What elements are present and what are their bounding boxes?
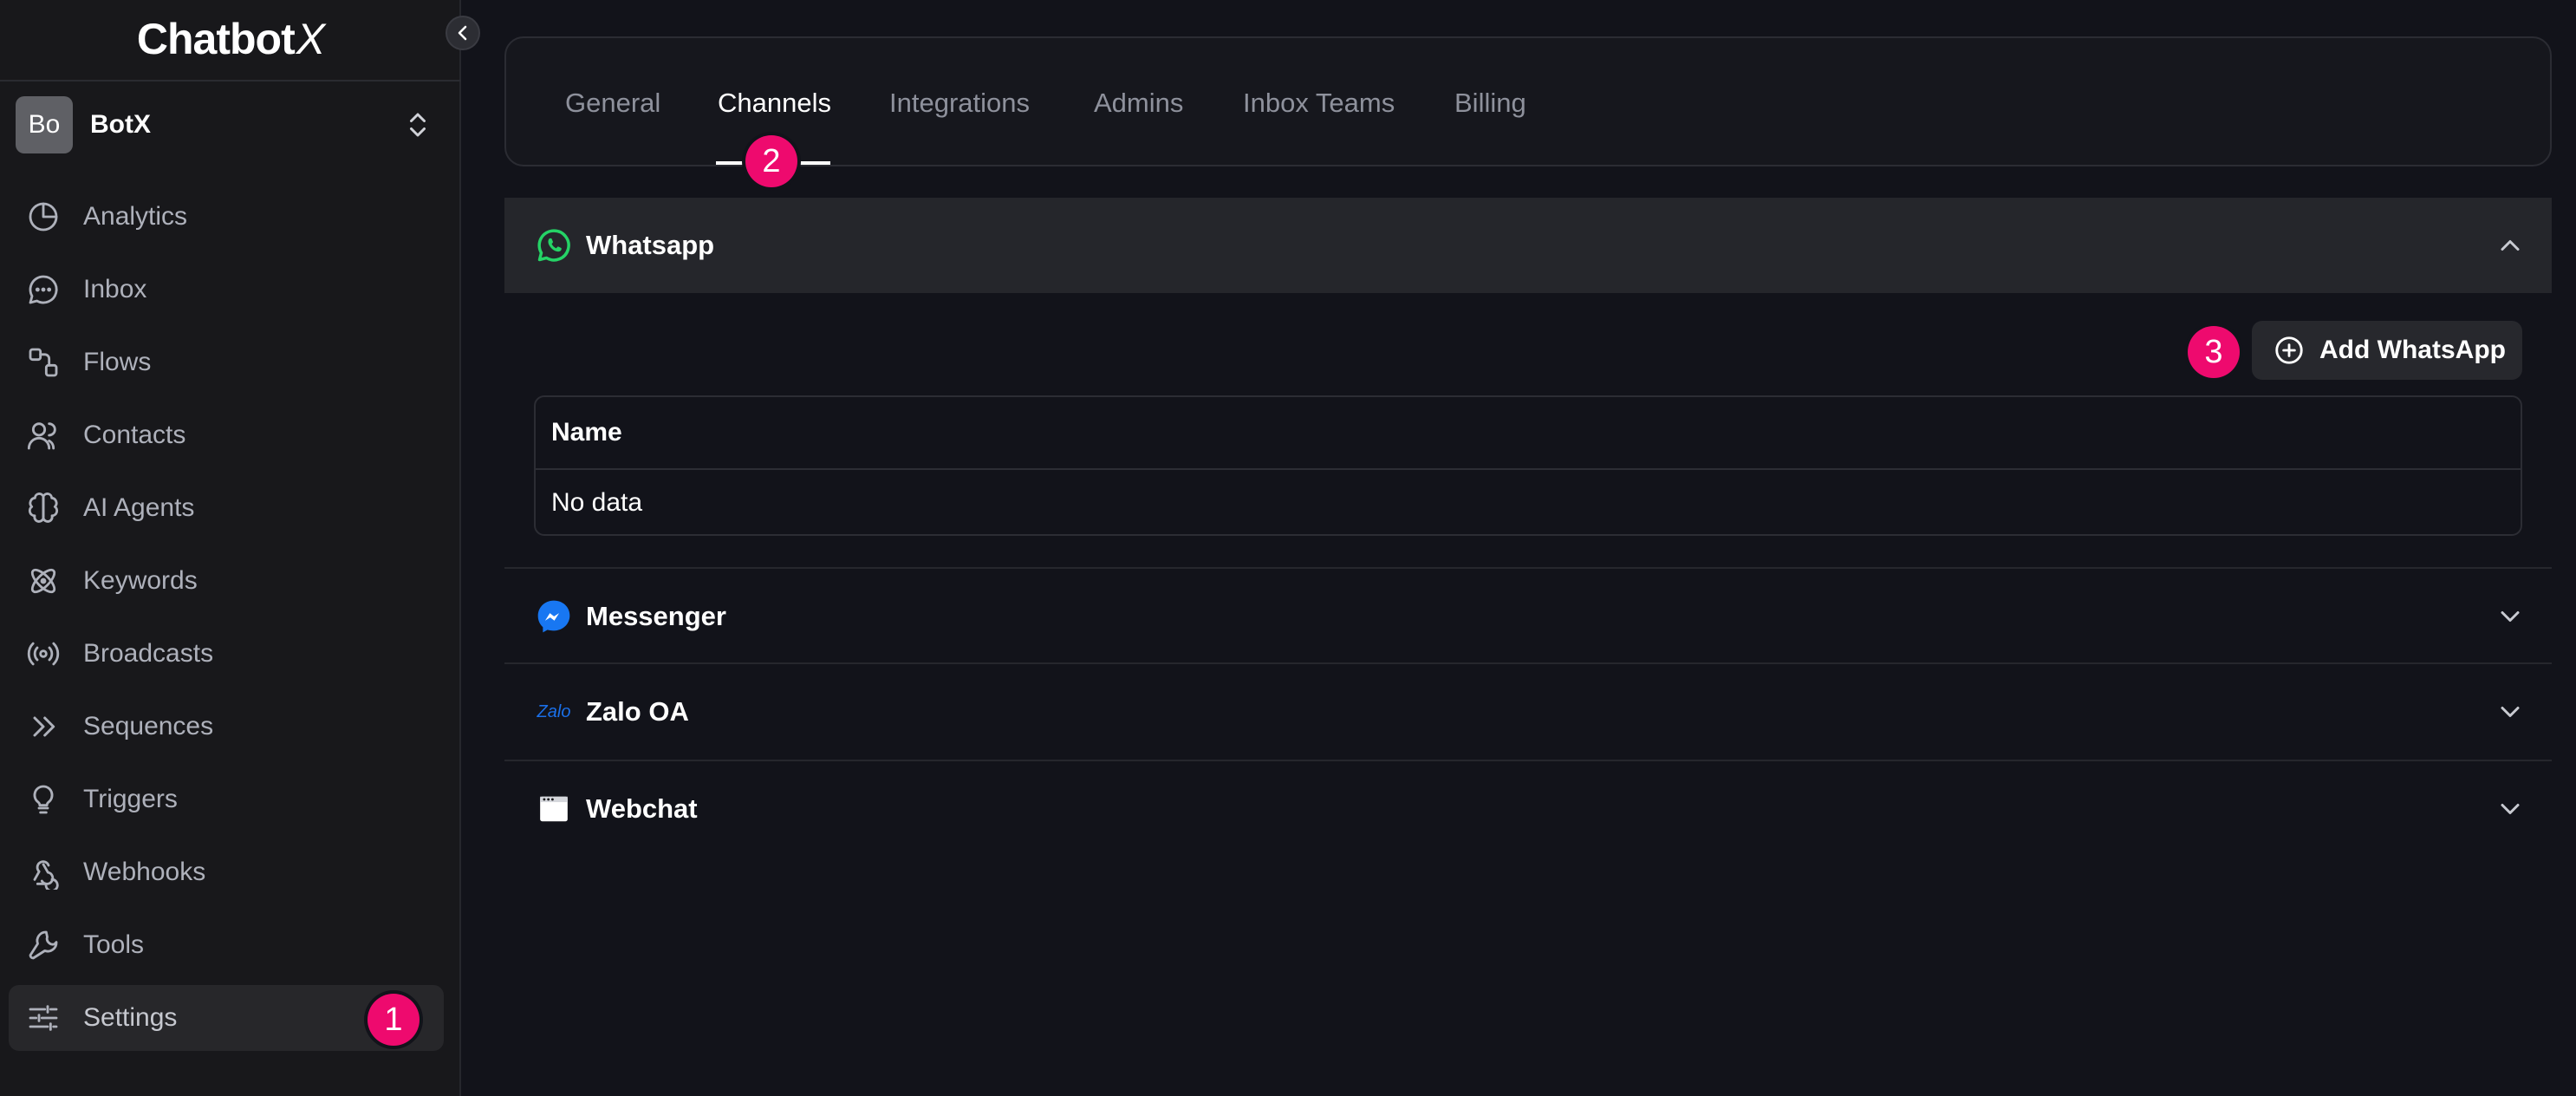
sidebar-item-label: AI Agents [83, 493, 195, 522]
sidebar-item-ai-agents[interactable]: AI Agents [9, 475, 444, 541]
sidebar-item-triggers[interactable]: Triggers [9, 767, 444, 832]
sidebar-item-label: Triggers [83, 785, 178, 813]
sidebar-item-label: Analytics [83, 202, 188, 231]
whatsapp-accounts-table: Name No data [534, 395, 2522, 536]
sidebar: Chatbot X Bo BotX Analytics Inbox Flows … [0, 0, 461, 1096]
channel-messenger: Messenger [504, 569, 2552, 664]
step-badge-3: 3 [2188, 326, 2240, 378]
users-icon [24, 416, 62, 454]
workspace-name: BotX [90, 110, 151, 139]
messenger-title: Messenger [586, 601, 726, 631]
add-whatsapp-button[interactable]: Add WhatsApp [2252, 321, 2522, 380]
app-root: Chatbot X Bo BotX Analytics Inbox Flows … [0, 0, 2576, 1096]
zalo-icon: Zalo [534, 692, 574, 732]
sidebar-item-broadcasts[interactable]: Broadcasts [9, 621, 444, 687]
double-chevron-icon [24, 708, 62, 746]
sliders-icon [24, 999, 62, 1037]
channel-webchat: Webchat [504, 761, 2552, 857]
step-badge-2: 2 [745, 135, 797, 187]
channel-zalo: Zalo Zalo OA [504, 664, 2552, 760]
sidebar-item-analytics[interactable]: Analytics [9, 184, 444, 250]
sidebar-item-sequences[interactable]: Sequences [9, 694, 444, 760]
chevron-down-icon [2501, 804, 2520, 814]
sidebar-item-inbox[interactable]: Inbox [9, 257, 444, 323]
whatsapp-accordion-header[interactable]: Whatsapp [504, 198, 2552, 293]
app-logo: Chatbot X [0, 0, 461, 78]
sidebar-item-webhooks[interactable]: Webhooks [9, 839, 444, 905]
sidebar-item-flows[interactable]: Flows [9, 329, 444, 395]
zalo-title: Zalo OA [586, 696, 689, 727]
radio-icon [24, 635, 62, 673]
chevron-up-down-icon [410, 113, 426, 137]
sidebar-item-label: Settings [83, 1003, 178, 1032]
sidebar-item-label: Webhooks [83, 858, 206, 886]
sidebar-item-label: Tools [83, 930, 145, 959]
sidebar-item-keywords[interactable]: Keywords [9, 548, 444, 614]
chevron-down-icon [2501, 611, 2520, 622]
sidebar-item-label: Broadcasts [83, 639, 214, 668]
chevron-up-icon [2501, 240, 2520, 251]
messenger-icon [534, 597, 574, 636]
logo-x: X [296, 15, 325, 63]
tab-billing[interactable]: Billing [1454, 38, 1526, 168]
wrench-icon [24, 926, 62, 964]
browser-window-icon [534, 789, 574, 829]
tab-admins[interactable]: Admins [1094, 38, 1183, 168]
chevron-left-icon [458, 25, 467, 41]
sidebar-divider [0, 80, 461, 82]
whatsapp-icon [534, 225, 574, 265]
workspace-switcher[interactable]: Bo BotX [16, 94, 446, 156]
tab-inbox-teams[interactable]: Inbox Teams [1243, 38, 1395, 168]
messenger-accordion-header[interactable]: Messenger [504, 569, 2552, 664]
chevron-down-icon [2501, 707, 2520, 717]
lightbulb-icon [24, 780, 62, 819]
atom-icon [24, 562, 62, 600]
table-header-name[interactable]: Name [536, 397, 2521, 470]
whatsapp-title: Whatsapp [586, 230, 715, 260]
step-badge-1: 1 [368, 994, 420, 1046]
logo-text: Chatbot [136, 15, 296, 63]
sidebar-item-tools[interactable]: Tools [9, 912, 444, 978]
tab-general[interactable]: General [565, 38, 660, 168]
plus-circle-icon [2275, 336, 2303, 364]
sidebar-item-label: Sequences [83, 712, 214, 740]
sidebar-item-label: Keywords [83, 566, 198, 595]
brain-icon [24, 489, 62, 527]
table-empty-state: No data [551, 488, 643, 517]
avatar: Bo [16, 96, 73, 153]
tab-integrations[interactable]: Integrations [889, 38, 1030, 168]
add-whatsapp-label: Add WhatsApp [2319, 336, 2506, 364]
webchat-accordion-header[interactable]: Webchat [504, 761, 2552, 857]
collapse-sidebar-button[interactable] [446, 16, 480, 50]
webhook-icon [24, 853, 62, 891]
webchat-title: Webchat [586, 793, 698, 824]
sidebar-item-label: Inbox [83, 275, 147, 303]
sidebar-item-label: Flows [83, 348, 152, 376]
chat-bubble-icon [24, 271, 62, 309]
zalo-logo-text: Zalo [537, 701, 571, 721]
zalo-accordion-header[interactable]: Zalo Zalo OA [504, 664, 2552, 760]
sidebar-item-label: Contacts [83, 421, 186, 449]
sidebar-item-contacts[interactable]: Contacts [9, 402, 444, 468]
settings-tabs: General Channels Integrations Admins Inb… [504, 36, 2552, 166]
flow-icon [24, 343, 62, 382]
pie-chart-icon [24, 198, 62, 236]
